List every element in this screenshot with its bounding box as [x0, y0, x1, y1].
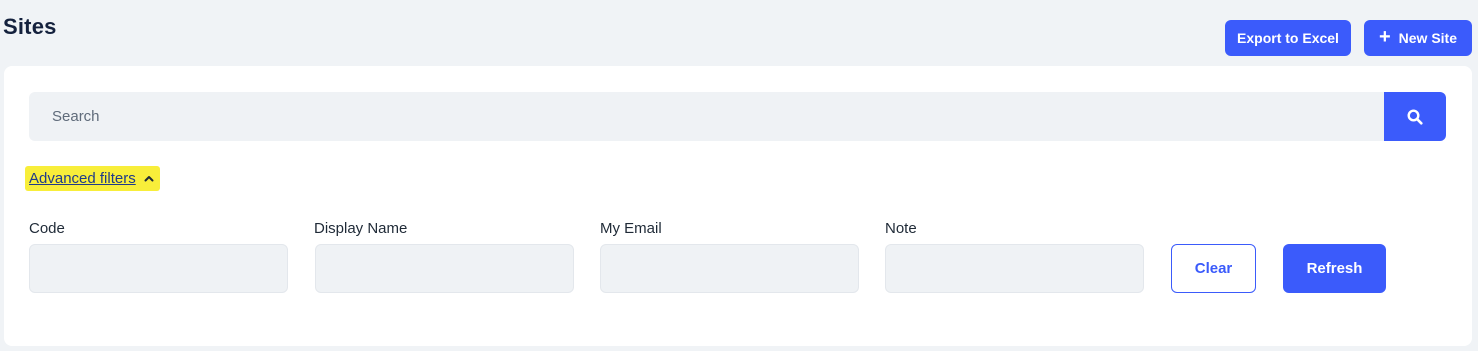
plus-icon: +	[1378, 26, 1391, 48]
search-bar	[29, 92, 1446, 141]
chevron-up-icon	[144, 175, 154, 182]
new-site-button[interactable]: + New Site	[1364, 20, 1472, 56]
code-field[interactable]	[29, 244, 288, 293]
search-input[interactable]	[29, 92, 1384, 141]
my-email-field[interactable]	[600, 244, 859, 293]
search-icon	[1407, 108, 1423, 125]
new-site-label: New Site	[1398, 30, 1458, 46]
advanced-filters-toggle[interactable]: Advanced filters	[25, 166, 160, 191]
page-title: Sites	[3, 14, 57, 39]
search-button[interactable]	[1384, 92, 1446, 141]
advanced-filters-label: Advanced filters	[29, 170, 136, 187]
my-email-label: My Email	[600, 220, 662, 237]
code-label: Code	[29, 220, 65, 237]
note-label: Note	[885, 220, 917, 237]
clear-button[interactable]: Clear	[1171, 244, 1256, 293]
sites-page: Sites Export to Excel + New Site Advance…	[0, 0, 1478, 351]
display-name-field[interactable]	[315, 244, 574, 293]
export-to-excel-button[interactable]: Export to Excel	[1225, 20, 1351, 56]
filter-panel: Advanced filters Code Display Name My Em…	[4, 66, 1472, 346]
note-field[interactable]	[885, 244, 1144, 293]
display-name-label: Display Name	[314, 220, 408, 237]
refresh-button[interactable]: Refresh	[1283, 244, 1386, 293]
